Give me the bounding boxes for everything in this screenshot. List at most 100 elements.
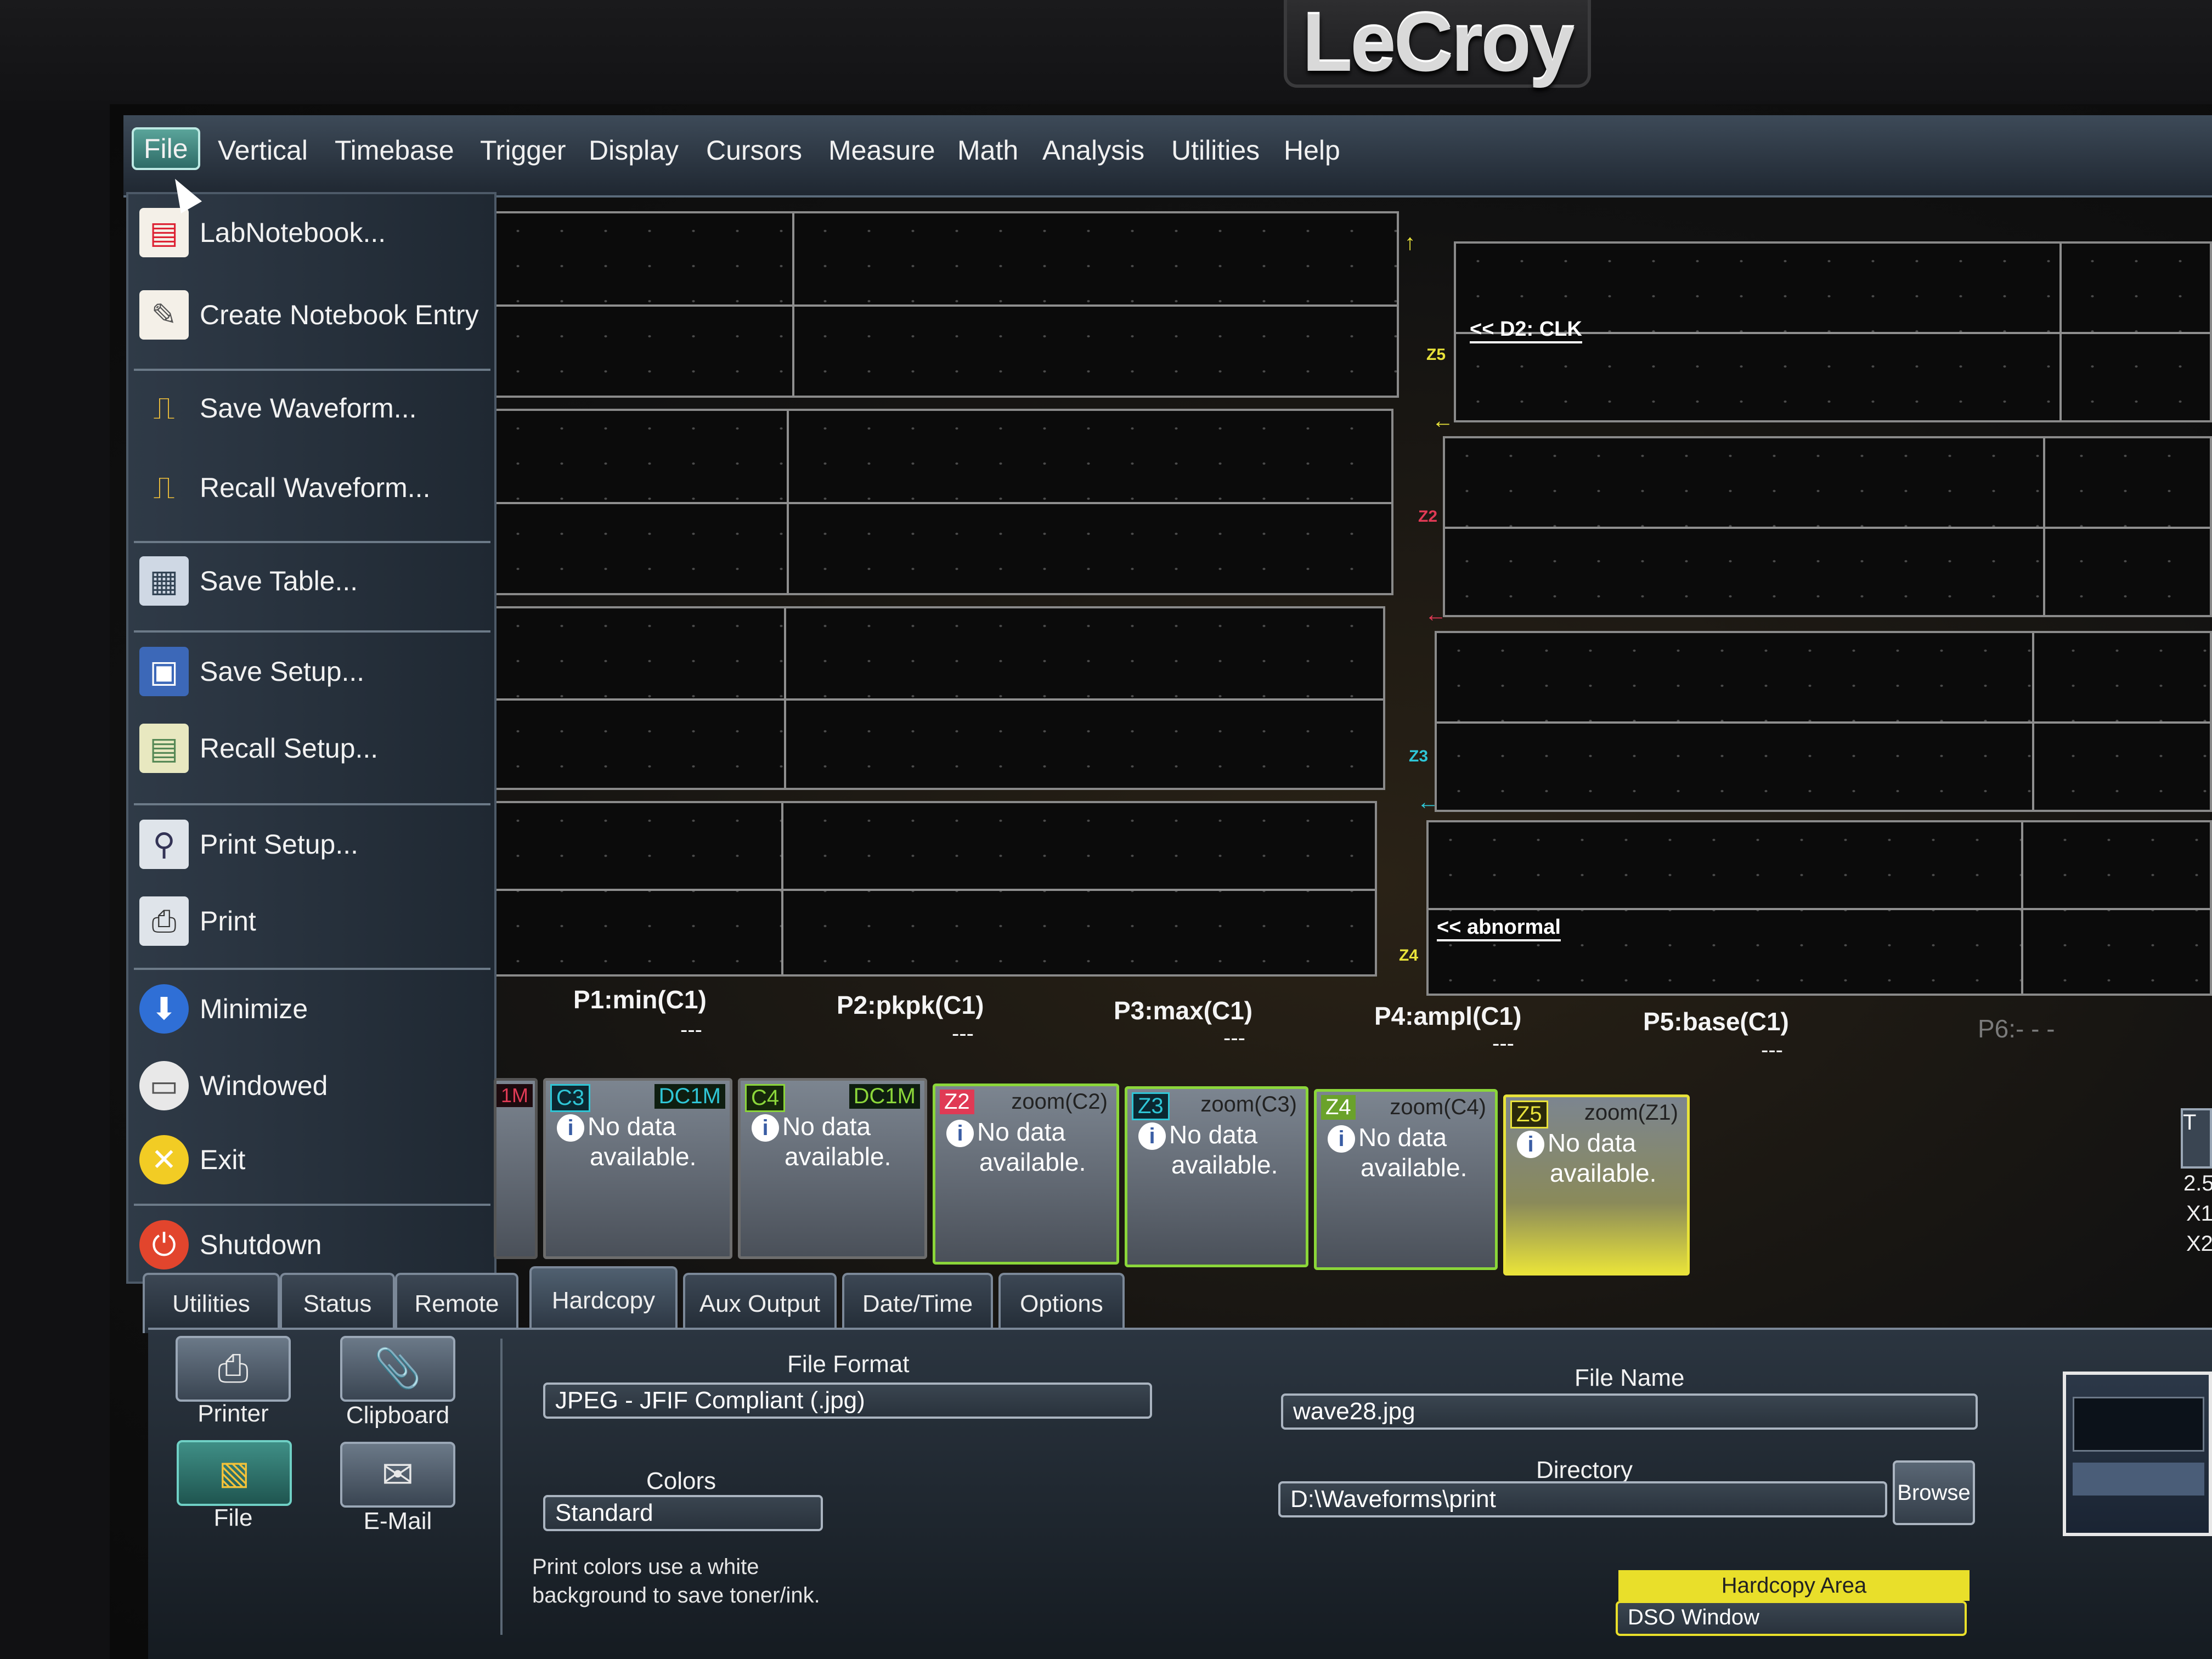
menu-item-print-setup[interactable]: ⚲ Print Setup...	[139, 811, 490, 877]
tab-aux-output[interactable]: Aux Output	[683, 1273, 837, 1333]
param-p2-value: ---	[952, 1022, 974, 1046]
menu-file[interactable]: File	[132, 127, 200, 170]
cursor-x2-value: X2	[2186, 1232, 2212, 1256]
cursor-x1-value: X1	[2186, 1201, 2212, 1226]
param-p4[interactable]: P4:ampl(C1)	[1374, 1001, 1521, 1031]
channel-box-c4[interactable]: C4 DC1M i No data available.	[738, 1078, 927, 1259]
message-line-1: No data	[1548, 1128, 1637, 1157]
file-format-select[interactable]: JPEG - JFIF Compliant (.jpg)	[543, 1383, 1152, 1419]
tab-status[interactable]: Status	[280, 1273, 395, 1333]
menu-item-label: Create Notebook Entry	[200, 300, 479, 330]
param-p3[interactable]: P3:max(C1)	[1114, 996, 1252, 1025]
channel-box-c3[interactable]: C3 DC1M i No data available.	[543, 1078, 732, 1259]
menu-item-recall-setup[interactable]: ▤ Recall Setup...	[139, 715, 490, 781]
file-format-label: File Format	[787, 1351, 910, 1378]
file-image-icon: ▧	[218, 1454, 250, 1491]
param-p1[interactable]: P1:min(C1)	[573, 985, 707, 1014]
message-line-1: No data	[782, 1112, 871, 1141]
zoom-label-abnormal: << abnormal	[1437, 916, 1561, 941]
email-button[interactable]: ✉	[340, 1442, 455, 1508]
grid-center-axis	[2059, 244, 2062, 420]
browse-button[interactable]: Browse	[1893, 1460, 1975, 1525]
preview-grid	[2073, 1397, 2204, 1452]
tab-label: Date/Time	[862, 1290, 973, 1317]
channel-box-z2[interactable]: Z2 zoom(C2) i No data available.	[933, 1084, 1119, 1265]
dialog-tab-bar: Utilities Status Remote Hardcopy Aux Out…	[143, 1266, 2212, 1333]
directory-label: Directory	[1536, 1457, 1633, 1483]
waveform-grid-4[interactable]	[494, 801, 1377, 977]
file-name-label: File Name	[1575, 1364, 1685, 1391]
tab-options[interactable]: Options	[998, 1273, 1125, 1333]
menu-trigger[interactable]: Trigger	[480, 134, 566, 166]
menu-item-recall-waveform[interactable]: ⎍ Recall Waveform...	[139, 455, 490, 521]
menu-item-save-setup[interactable]: ▣ Save Setup...	[139, 639, 490, 704]
menu-item-label: Save Setup...	[200, 656, 365, 687]
menu-measure[interactable]: Measure	[828, 134, 935, 166]
tab-label: Remote	[414, 1290, 499, 1317]
colors-label: Colors	[646, 1468, 716, 1494]
channel-box-z5[interactable]: Z5 zoom(Z1) i No data available.	[1503, 1094, 1690, 1276]
menu-vertical[interactable]: Vertical	[218, 134, 308, 166]
channel-message: i No data available.	[1517, 1128, 1656, 1188]
file-button[interactable]: ▧	[177, 1440, 292, 1506]
param-p2[interactable]: P2:pkpk(C1)	[837, 990, 984, 1020]
menu-item-windowed[interactable]: ▭ Windowed	[139, 1053, 490, 1119]
menu-help[interactable]: Help	[1284, 134, 1340, 166]
tab-date-time[interactable]: Date/Time	[842, 1273, 993, 1333]
param-p5-value: ---	[1761, 1038, 1783, 1062]
channel-message: i No data available.	[752, 1111, 891, 1171]
menu-display[interactable]: Display	[589, 134, 679, 166]
tab-hardcopy[interactable]: Hardcopy	[529, 1266, 678, 1333]
file-name-input[interactable]: wave28.jpg	[1281, 1393, 1978, 1430]
menu-item-print[interactable]: ⎙ Print	[139, 888, 490, 954]
waveform-grid-3[interactable]	[494, 606, 1385, 790]
menu-item-shutdown[interactable]: ⏻ Shutdown	[139, 1212, 490, 1278]
channel-box-partial[interactable]: 1M	[494, 1078, 538, 1259]
timebase-box[interactable]: T	[2181, 1108, 2212, 1169]
param-p5[interactable]: P5:base(C1)	[1643, 1007, 1789, 1036]
hardcopy-area-select[interactable]: DSO Window	[1616, 1601, 1967, 1636]
tab-utilities[interactable]: Utilities	[143, 1273, 280, 1333]
menu-item-save-table[interactable]: ▦ Save Table...	[139, 548, 490, 614]
zoom-grid-z2[interactable]	[1443, 436, 2212, 617]
tab-remote[interactable]: Remote	[395, 1273, 518, 1333]
channel-message: i No data available.	[1138, 1120, 1278, 1180]
minimize-icon: ⬇	[139, 984, 189, 1034]
tab-label: Aux Output	[699, 1290, 821, 1317]
menu-item-create-notebook-entry[interactable]: ✎ Create Notebook Entry	[139, 282, 490, 348]
message-line-2: available.	[979, 1148, 1086, 1176]
tab-label: Options	[1020, 1290, 1103, 1317]
menu-item-label: Shutdown	[200, 1229, 322, 1260]
colors-select[interactable]: Standard	[543, 1495, 823, 1531]
menu-item-save-waveform[interactable]: ⎍ Save Waveform...	[139, 375, 490, 441]
waveform-grid-2[interactable]	[494, 409, 1393, 595]
clipboard-button[interactable]: 📎	[340, 1336, 455, 1402]
printer-button[interactable]: ⎙	[176, 1336, 291, 1402]
param-p6[interactable]: P6:- - -	[1978, 1014, 2055, 1043]
grid-center-axis	[784, 608, 786, 788]
grid-center-line	[1445, 527, 2210, 529]
power-icon: ⏻	[139, 1220, 189, 1269]
info-icon: i	[1138, 1122, 1166, 1150]
menu-item-label: Print	[200, 906, 256, 936]
zoom-grid-z4[interactable]: << abnormal	[1426, 820, 2212, 996]
param-p4-value: ---	[1492, 1031, 1514, 1056]
zoom-grid-z5[interactable]: << D2: CLK	[1454, 241, 2212, 422]
menu-item-labnotebook[interactable]: ▤ LabNotebook...	[139, 200, 490, 266]
waveform-grid-1[interactable]	[494, 211, 1399, 398]
menu-item-minimize[interactable]: ⬇ Minimize	[139, 976, 490, 1042]
menu-cursors[interactable]: Cursors	[706, 134, 802, 166]
hardcopy-area-label: Hardcopy Area	[1721, 1573, 1867, 1598]
menu-utilities[interactable]: Utilities	[1171, 134, 1260, 166]
channel-box-z4[interactable]: Z4 zoom(C4) i No data available.	[1314, 1089, 1498, 1270]
zoom-grid-z3[interactable]	[1435, 631, 2212, 812]
menu-item-label: Recall Waveform...	[200, 472, 431, 503]
menu-analysis[interactable]: Analysis	[1042, 134, 1144, 166]
menu-item-exit[interactable]: ✕ Exit	[139, 1127, 490, 1193]
channel-message: i No data available.	[946, 1117, 1086, 1177]
menu-math[interactable]: Math	[957, 134, 1018, 166]
menu-timebase[interactable]: Timebase	[335, 134, 454, 166]
channel-box-z3[interactable]: Z3 zoom(C3) i No data available.	[1125, 1086, 1308, 1267]
channel-tag-z5: Z5	[1510, 1101, 1548, 1128]
directory-input[interactable]: D:\Waveforms\print	[1278, 1481, 1887, 1517]
